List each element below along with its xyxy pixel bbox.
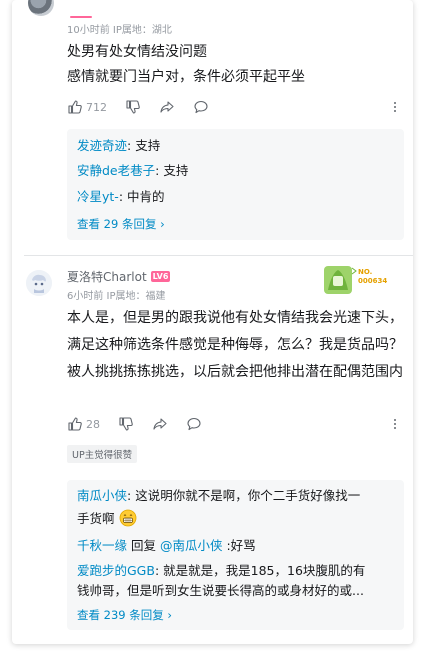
user-avatar[interactable] — [26, 270, 52, 296]
reply-item-continued: 钱帅哥，但是听到女生说要长得高的或身材好的或... — [77, 580, 364, 602]
comment-line: 感情就要门当户对，条件必须平起平坐 — [67, 69, 305, 85]
reply-text: :好骂 — [222, 538, 256, 553]
reply-item: 千秋一缘 回复 @南瓜小侠 :好骂 — [77, 535, 256, 557]
up-liked-tag: UP主觉得很赞 — [67, 445, 138, 463]
reply-text: : 中肯的 — [118, 189, 165, 204]
reply-username[interactable]: 南瓜小侠 — [77, 488, 127, 503]
reply-username[interactable]: 发迹奇迹 — [77, 138, 127, 153]
reply-mid: 回复 — [127, 538, 160, 553]
reply-mention[interactable]: @南瓜小侠 — [160, 538, 223, 553]
reply-username[interactable]: 千秋一缘 — [77, 538, 127, 553]
page: 10小时前 IP属地：湖北 处男有处女情结没问题 感情就要门当户对，条件必须平起… — [0, 0, 425, 657]
reply-text: : 支持 — [127, 138, 161, 153]
thumb-up-icon — [68, 417, 82, 431]
user-avatar[interactable] — [28, 0, 54, 16]
more-dots-icon[interactable] — [389, 99, 401, 115]
reply-bubble-icon — [187, 417, 201, 431]
like-count: 28 — [86, 417, 100, 431]
comment-username[interactable]: 夏洛特Charlot LV6 — [67, 268, 171, 285]
comment-text: 处男有处女情结没问题 感情就要门当户对，条件必须平起平坐 — [67, 40, 397, 90]
comment-actions: 28 — [67, 414, 220, 434]
reply-item: 安静de老巷子: 支持 — [77, 160, 188, 182]
anime-avatar-icon — [26, 270, 52, 296]
reply-text: : 这说明你就不是啊，你个二手货好像找一 — [127, 488, 361, 503]
more-dots-icon[interactable] — [389, 416, 401, 432]
share-icon — [153, 418, 167, 430]
reply-text: 手货啊 — [77, 511, 115, 526]
reply-text: : 就是就是，我是185，16块腹肌的有 — [154, 563, 366, 578]
comment-text: 本人是，但是男的跟我说他有处女情结我会光速下头，满足这种筛选条件感觉是种侮辱，怎… — [67, 310, 403, 380]
comment-card: 10小时前 IP属地：湖北 处男有处女情结没问题 感情就要门当户对，条件必须平起… — [12, 0, 413, 644]
like-button[interactable]: 712 — [67, 99, 107, 115]
share-button[interactable] — [152, 416, 168, 432]
reply-text: 钱帅哥，但是听到女生说要长得高的或身材好的或... — [77, 583, 364, 598]
dislike-button[interactable] — [125, 99, 141, 115]
comment-actions: 712 — [67, 97, 227, 117]
reply-item: 南瓜小侠: 这说明你就不是啊，你个二手货好像找一 — [77, 485, 360, 507]
fan-badge-number: 000634 — [358, 277, 388, 285]
reply-button[interactable] — [186, 416, 202, 432]
reply-list: 发迹奇迹: 支持 安静de老巷子: 支持 冷星yt-: 中肯的 查看 29 条回… — [67, 129, 404, 240]
comment-meta: 10小时前 IP属地：湖北 — [67, 25, 172, 36]
view-more-replies[interactable]: 查看 239 条回复 › — [77, 607, 172, 623]
reply-button[interactable] — [193, 99, 209, 115]
like-button[interactable]: 28 — [67, 416, 100, 432]
thumb-down-icon — [126, 100, 140, 114]
reply-item: 冷星yt-: 中肯的 — [77, 186, 165, 208]
fan-badge: NO. 000634 — [322, 262, 397, 298]
like-count: 712 — [86, 100, 107, 114]
divider — [24, 255, 413, 256]
level-badge: LV6 — [150, 271, 171, 282]
username-text: 夏洛特Charlot — [67, 270, 147, 284]
reply-list: 南瓜小侠: 这说明你就不是啊，你个二手货好像找一 手货啊 千秋一缘 回复 @南瓜… — [67, 480, 404, 630]
reply-bubble-icon — [194, 100, 208, 114]
reply-item: 爱跑步的GGB: 就是就是，我是185，16块腹肌的有 — [77, 560, 365, 582]
reply-username[interactable]: 安静de老巷子 — [77, 163, 155, 178]
reply-username[interactable]: 爱跑步的GGB — [77, 563, 155, 578]
fan-badge-label: NO. — [358, 268, 373, 276]
grin-emoji-icon — [119, 509, 136, 527]
thumb-up-icon — [68, 100, 82, 114]
comment-meta: 6小时前 IP属地：福建 — [67, 291, 166, 302]
reply-item-continued: 手货啊 — [77, 508, 137, 530]
view-more-replies[interactable]: 查看 29 条回复 › — [77, 216, 165, 232]
share-button[interactable] — [159, 99, 175, 115]
dislike-button[interactable] — [118, 416, 134, 432]
share-icon — [160, 101, 174, 113]
thumb-down-icon — [119, 417, 133, 431]
reply-item: 发迹奇迹: 支持 — [77, 135, 160, 157]
accent-bar — [70, 16, 92, 18]
comment-line: 处男有处女情结没问题 — [67, 44, 207, 60]
reply-username[interactable]: 冷星yt- — [77, 189, 119, 204]
reply-text: : 支持 — [155, 163, 189, 178]
